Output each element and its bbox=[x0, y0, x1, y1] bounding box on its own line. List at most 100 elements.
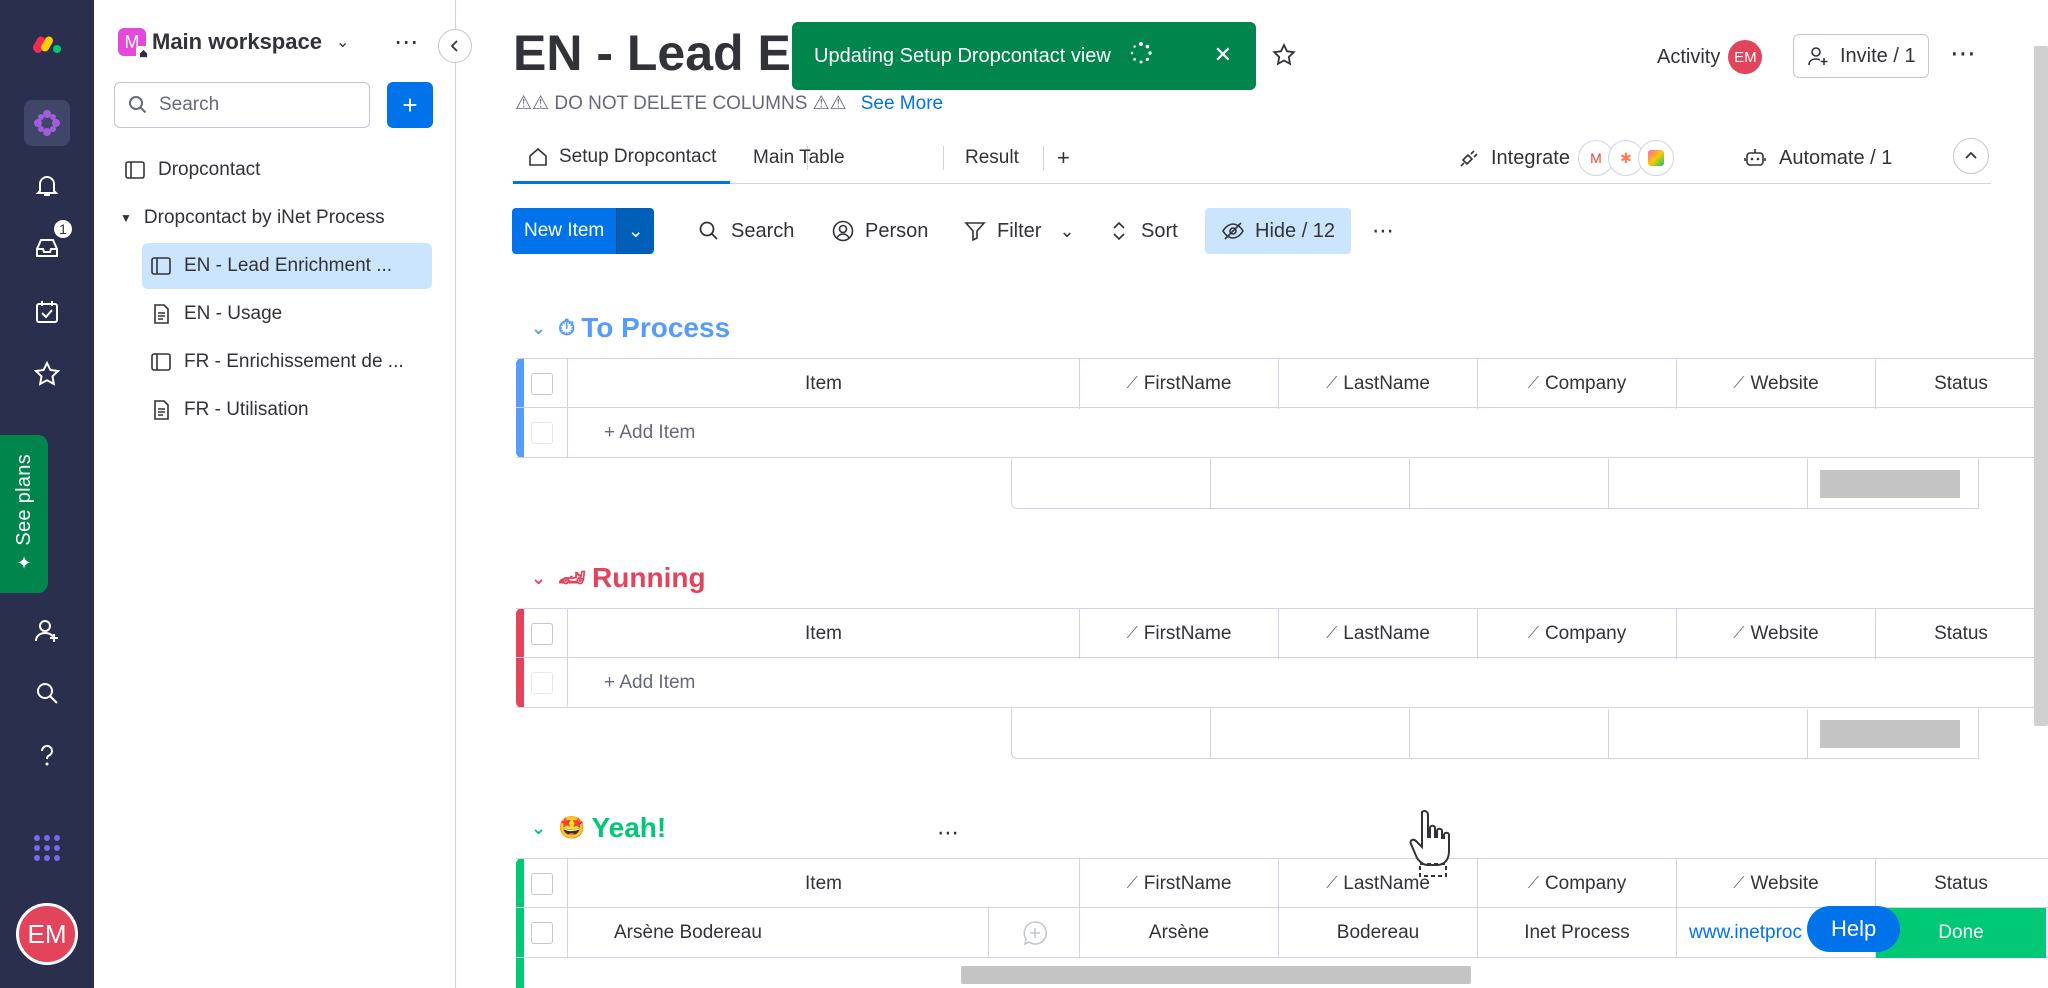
status-summary[interactable] bbox=[1808, 709, 1978, 759]
wand-icon: ⟋ bbox=[1733, 875, 1745, 892]
column-label: Website bbox=[1750, 623, 1819, 644]
column-header-lastname[interactable]: ⟋ LastName bbox=[1279, 609, 1478, 659]
search-icon[interactable] bbox=[24, 670, 70, 716]
lastname-cell[interactable]: Bodereau bbox=[1279, 908, 1478, 958]
favorite-star-icon[interactable] bbox=[1271, 42, 1297, 73]
group-header-yeah[interactable]: ⌄ 🤩 Yeah! bbox=[531, 808, 666, 848]
search-button[interactable]: Search bbox=[697, 208, 794, 254]
person-filter-button[interactable]: Person bbox=[831, 208, 928, 254]
group-header-running[interactable]: ⌄ 🏎 Running bbox=[531, 558, 706, 598]
add-view-button[interactable]: + bbox=[1057, 132, 1070, 184]
collapse-header-button[interactable] bbox=[1953, 138, 1989, 174]
board-title[interactable]: EN - Lead En bbox=[513, 24, 821, 82]
board-description[interactable]: ⚠⚠ DO NOT DELETE COLUMNS ⚠⚠ See More bbox=[515, 92, 943, 115]
firstname-cell[interactable]: Arsène bbox=[1080, 908, 1279, 958]
column-header-company[interactable]: ⟋ Company bbox=[1478, 609, 1677, 659]
group-header-to-process[interactable]: ⌄ ⏱ To Process bbox=[531, 308, 730, 348]
column-header-firstname[interactable]: ⟋ FirstName bbox=[1080, 359, 1279, 409]
sidebar-item-fr-enrichissement[interactable]: FR - Enrichissement de ... bbox=[142, 339, 404, 385]
status-summary[interactable] bbox=[1808, 459, 1978, 509]
help-icon[interactable] bbox=[24, 732, 70, 778]
more-options-icon[interactable]: ⋯ bbox=[394, 28, 419, 57]
user-avatar[interactable]: EM bbox=[16, 903, 78, 965]
column-header-website[interactable]: ⟋ Website bbox=[1677, 609, 1876, 659]
vertical-scrollbar[interactable] bbox=[2034, 46, 2048, 726]
new-item-button[interactable]: New Item ⌄ bbox=[512, 208, 655, 254]
chevron-down-icon[interactable]: ⌄ bbox=[531, 818, 546, 839]
column-header-firstname[interactable]: ⟋ FirstName bbox=[1080, 609, 1279, 659]
select-all-checkbox[interactable] bbox=[516, 609, 568, 659]
status-cell[interactable]: Done bbox=[1876, 908, 2046, 958]
close-icon[interactable]: ✕ bbox=[1214, 42, 1232, 68]
column-label: Company bbox=[1544, 373, 1627, 394]
select-all-checkbox[interactable] bbox=[516, 859, 568, 909]
add-item-row[interactable]: + Add Item bbox=[516, 658, 2048, 708]
column-header-status[interactable]: Status bbox=[1876, 609, 2046, 659]
horizontal-scrollbar[interactable] bbox=[961, 966, 1471, 984]
workspace-selector[interactable]: M Main workspace ⌄ bbox=[118, 24, 349, 60]
integrate-button[interactable]: Integrate M ✱ bbox=[1457, 132, 1674, 184]
column-header-company[interactable]: ⟋ Company bbox=[1478, 359, 1677, 409]
column-header-firstname[interactable]: ⟋ FirstName bbox=[1080, 859, 1279, 909]
inbox-count-badge: 1 bbox=[52, 218, 74, 240]
tab-main-table[interactable]: Main Table bbox=[753, 132, 845, 184]
item-name-cell[interactable]: Arsène Bodereau bbox=[568, 908, 1080, 958]
more-options-icon[interactable]: ⋯ bbox=[1372, 208, 1394, 254]
bell-icon[interactable] bbox=[24, 163, 70, 209]
sidebar-item-en-lead-enrichment[interactable]: EN - Lead Enrichment ... bbox=[142, 243, 432, 289]
star-icon[interactable] bbox=[24, 351, 70, 397]
tab-setup-dropcontact[interactable]: Setup Dropcontact bbox=[513, 132, 731, 184]
see-plans-button[interactable]: See plans ✦ bbox=[0, 435, 48, 593]
column-header-lastname[interactable]: ⟋ LastName bbox=[1279, 359, 1478, 409]
group-title[interactable]: To Process bbox=[581, 312, 730, 344]
sidebar-item-dropcontact[interactable]: Dropcontact bbox=[124, 147, 260, 193]
more-options-icon[interactable]: ⋯ bbox=[1950, 38, 1976, 69]
chevron-down-icon[interactable]: ⌄ bbox=[1059, 221, 1074, 242]
summary-cell bbox=[1410, 709, 1609, 759]
column-header-status[interactable]: Status bbox=[1876, 359, 2046, 409]
column-header-item[interactable]: Item bbox=[568, 859, 1080, 909]
chevron-down-icon[interactable]: ⌄ bbox=[531, 568, 546, 589]
monday-logo-icon[interactable] bbox=[24, 20, 70, 66]
activity-button[interactable]: Activity EM bbox=[1657, 40, 1763, 74]
column-header-website[interactable]: ⟋ Website bbox=[1677, 359, 1876, 409]
row-checkbox[interactable] bbox=[516, 908, 568, 958]
group-more-options-icon[interactable]: ⋯ bbox=[937, 820, 959, 846]
sort-button[interactable]: Sort bbox=[1107, 208, 1178, 254]
column-header-item[interactable]: Item bbox=[568, 609, 1080, 659]
my-work-icon[interactable] bbox=[24, 289, 70, 335]
workspace-icon[interactable] bbox=[24, 100, 70, 146]
add-item-row[interactable]: + Add Item bbox=[516, 408, 2048, 458]
group-title[interactable]: Yeah! bbox=[592, 812, 667, 844]
home-icon bbox=[136, 46, 150, 60]
company-cell[interactable]: Inet Process bbox=[1478, 908, 1677, 958]
website-link[interactable]: www.inetproc bbox=[1689, 922, 1802, 944]
chevron-down-icon[interactable]: ⌄ bbox=[531, 318, 546, 339]
invite-members-icon[interactable] bbox=[24, 608, 70, 654]
add-item-input[interactable]: + Add Item bbox=[568, 658, 1080, 708]
automate-button[interactable]: Automate / 1 bbox=[1743, 132, 1892, 184]
add-update-icon[interactable] bbox=[988, 908, 1080, 958]
sidebar-folder-dropcontact-inet[interactable]: ▼ Dropcontact by iNet Process bbox=[120, 195, 385, 241]
group-title[interactable]: Running bbox=[592, 562, 706, 594]
sidebar-item-fr-utilisation[interactable]: FR - Utilisation bbox=[142, 387, 309, 433]
column-header-company[interactable]: ⟋ Company bbox=[1478, 859, 1677, 909]
add-board-button[interactable]: + bbox=[387, 82, 433, 128]
chevron-down-icon[interactable]: ⌄ bbox=[616, 208, 655, 254]
column-header-website[interactable]: ⟋ Website bbox=[1677, 859, 1876, 909]
column-header-item[interactable]: Item bbox=[568, 359, 1080, 409]
tab-result[interactable]: Result bbox=[965, 132, 1019, 184]
help-button[interactable]: Help bbox=[1807, 906, 1901, 952]
filter-button[interactable]: Filter ⌄ bbox=[963, 208, 1075, 254]
new-item-label[interactable]: New Item bbox=[512, 208, 617, 254]
hide-columns-button[interactable]: Hide / 12 bbox=[1205, 208, 1352, 254]
sidebar-item-en-usage[interactable]: EN - Usage bbox=[142, 291, 282, 337]
sidebar-search-input[interactable]: Search bbox=[114, 82, 370, 128]
see-more-link[interactable]: See More bbox=[861, 93, 943, 115]
invite-button[interactable]: Invite / 1 bbox=[1793, 34, 1929, 78]
add-item-input[interactable]: + Add Item bbox=[568, 408, 1080, 458]
column-header-status[interactable]: Status bbox=[1876, 859, 2046, 909]
select-all-checkbox[interactable] bbox=[516, 359, 568, 409]
apps-grid-icon[interactable] bbox=[24, 825, 70, 871]
collapse-sidebar-button[interactable] bbox=[438, 29, 472, 63]
